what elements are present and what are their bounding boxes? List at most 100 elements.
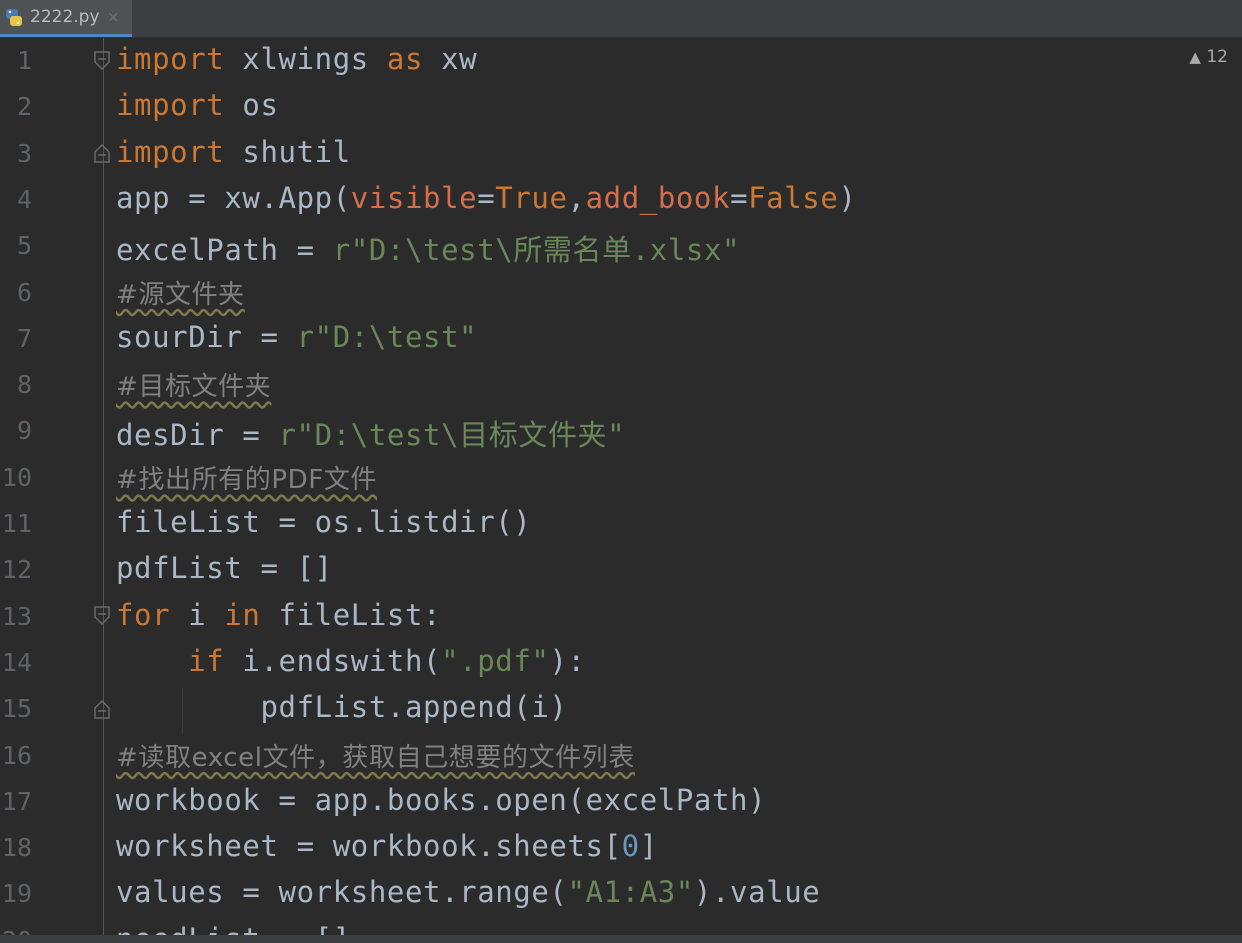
code-token: ): xyxy=(549,643,586,678)
code-token: fileList = os.listdir() xyxy=(116,505,532,539)
code-line[interactable]: 13 for i in fileList: xyxy=(0,594,1242,640)
line-number: 10 xyxy=(1,462,32,492)
code-token: = xyxy=(730,180,749,215)
code-token: add_book xyxy=(585,180,731,215)
code-editor[interactable]: ▲ 12 1 import xlwings as xw 2 import os 3 imp… xyxy=(0,38,1242,935)
line-number: 16 xyxy=(1,740,32,770)
code-line[interactable]: 1 import xlwings as xw xyxy=(0,38,1242,84)
line-number: 6 xyxy=(16,277,32,307)
code-token: excelPath = xyxy=(116,233,333,268)
code-line[interactable]: 19 values = worksheet.range("A1:A3").valu… xyxy=(0,871,1242,917)
code-token: as xyxy=(386,42,424,76)
code-token: values = worksheet.range( xyxy=(116,875,568,910)
line-number: 4 xyxy=(16,184,32,214)
code-line[interactable]: 20 needList = [] xyxy=(0,918,1242,935)
code-token: False xyxy=(748,180,839,215)
code-text: #找出所有的PDF文件 xyxy=(116,459,377,496)
code-token: import xyxy=(116,42,225,76)
code-text: #读取excel文件，获取自己想要的文件列表 xyxy=(116,737,635,774)
code-token: = xyxy=(477,180,496,215)
code-token: in xyxy=(224,597,261,632)
fold-start-icon[interactable] xyxy=(93,605,111,627)
code-line[interactable]: 9 desDir = r"D:\test\目标文件夹" xyxy=(0,408,1242,454)
code-text: import os xyxy=(116,88,279,122)
code-line[interactable]: 14 if i.endswith(".pdf"): xyxy=(0,640,1242,686)
code-token: ] xyxy=(639,829,658,864)
line-number: 15 xyxy=(1,694,32,724)
code-line[interactable]: 2 import os xyxy=(0,84,1242,130)
code-text: #目标文件夹 xyxy=(116,366,271,403)
code-token: "A1:A3" xyxy=(567,875,694,910)
code-token: shutil xyxy=(224,134,351,169)
code-text: import shutil xyxy=(116,135,351,169)
line-number: 7 xyxy=(16,323,32,353)
code-line[interactable]: 11 fileList = os.listdir() xyxy=(0,501,1242,547)
code-text: sourDir = r"D:\test" xyxy=(116,320,477,354)
code-token: sourDir = xyxy=(116,319,297,354)
code-text: pdfList.append(i) xyxy=(116,690,568,724)
line-number: 19 xyxy=(1,879,32,909)
line-number: 1 xyxy=(16,46,32,75)
code-token: xw xyxy=(423,42,478,76)
code-text: pdfList = [] xyxy=(116,551,333,585)
code-token: ".pdf" xyxy=(441,643,550,678)
code-token: os xyxy=(224,88,279,123)
code-text: needList = [] xyxy=(116,922,351,935)
code-token: if xyxy=(188,643,225,678)
code-token: pdfList.append(i) xyxy=(116,690,568,725)
code-token: r"D:\test" xyxy=(296,319,478,354)
line-number: 8 xyxy=(16,370,32,400)
code-token: xlwings xyxy=(224,42,387,76)
code-token: #读取excel文件，获取自己想要的文件列表 xyxy=(116,742,635,773)
close-icon[interactable]: × xyxy=(107,8,120,26)
fold-end-icon[interactable] xyxy=(93,142,111,164)
code-line[interactable]: 17 workbook = app.books.open(excelPath) xyxy=(0,779,1242,825)
code-token: needList = [] xyxy=(116,922,351,935)
code-line[interactable]: 5 excelPath = r"D:\test\所需名单.xlsx" xyxy=(0,223,1242,269)
code-line[interactable]: 7 sourDir = r"D:\test" xyxy=(0,316,1242,362)
bottom-scrollbar[interactable] xyxy=(0,935,1242,943)
code-text: #源文件夹 xyxy=(116,274,245,311)
tab-file[interactable]: 2222.py × xyxy=(0,0,132,37)
code-token: , xyxy=(567,180,586,215)
code-line[interactable]: 16 #读取excel文件，获取自己想要的文件列表 xyxy=(0,733,1242,779)
code-text: app = xw.App(visible=True,add_book=False… xyxy=(116,181,857,215)
tab-filename: 2222.py xyxy=(30,7,100,27)
line-number: 20 xyxy=(0,926,32,935)
code-token: i xyxy=(170,597,225,632)
line-number: 2 xyxy=(16,92,32,122)
code-token: visible xyxy=(350,180,478,215)
editor-tab-bar: 2222.py × xyxy=(0,0,1242,38)
code-token: import xyxy=(116,134,225,169)
line-number: 3 xyxy=(16,138,32,168)
code-text: excelPath = r"D:\test\所需名单.xlsx" xyxy=(116,227,740,269)
python-file-icon xyxy=(4,8,24,28)
code-token: #源文件夹 xyxy=(116,279,245,310)
code-line[interactable]: 15 pdfList.append(i) xyxy=(0,686,1242,732)
code-line[interactable]: 18 worksheet = workbook.sheets[0] xyxy=(0,825,1242,871)
code-token: app = xw.App( xyxy=(116,180,351,215)
line-number: 13 xyxy=(1,601,32,631)
code-line[interactable]: 10 #找出所有的PDF文件 xyxy=(0,455,1242,501)
code-token: #目标文件夹 xyxy=(116,372,272,403)
code-line[interactable]: 3 import shutil xyxy=(0,131,1242,177)
code-text: fileList = os.listdir() xyxy=(116,505,531,539)
code-line[interactable]: 4 app = xw.App(visible=True,add_book=Fals… xyxy=(0,177,1242,223)
fold-end-icon[interactable] xyxy=(93,698,111,720)
line-number: 9 xyxy=(16,416,32,446)
code-text: for i in fileList: xyxy=(116,598,441,632)
code-token: i.endswith( xyxy=(224,643,442,678)
code-token: for xyxy=(116,597,171,632)
code-line[interactable]: 12 pdfList = [] xyxy=(0,547,1242,593)
code-token: r"D:\test\所需名单.xlsx" xyxy=(332,233,741,268)
code-text: workbook = app.books.open(excelPath) xyxy=(116,783,766,817)
code-line[interactable]: 6 #源文件夹 xyxy=(0,270,1242,316)
code-token: desDir = xyxy=(116,418,279,453)
code-text: values = worksheet.range("A1:A3").value xyxy=(116,875,820,909)
fold-start-icon[interactable] xyxy=(93,50,111,72)
code-text: worksheet = workbook.sheets[0] xyxy=(116,829,658,863)
line-number: 17 xyxy=(1,786,32,816)
line-number: 14 xyxy=(1,647,32,677)
code-line[interactable]: 8 #目标文件夹 xyxy=(0,362,1242,408)
